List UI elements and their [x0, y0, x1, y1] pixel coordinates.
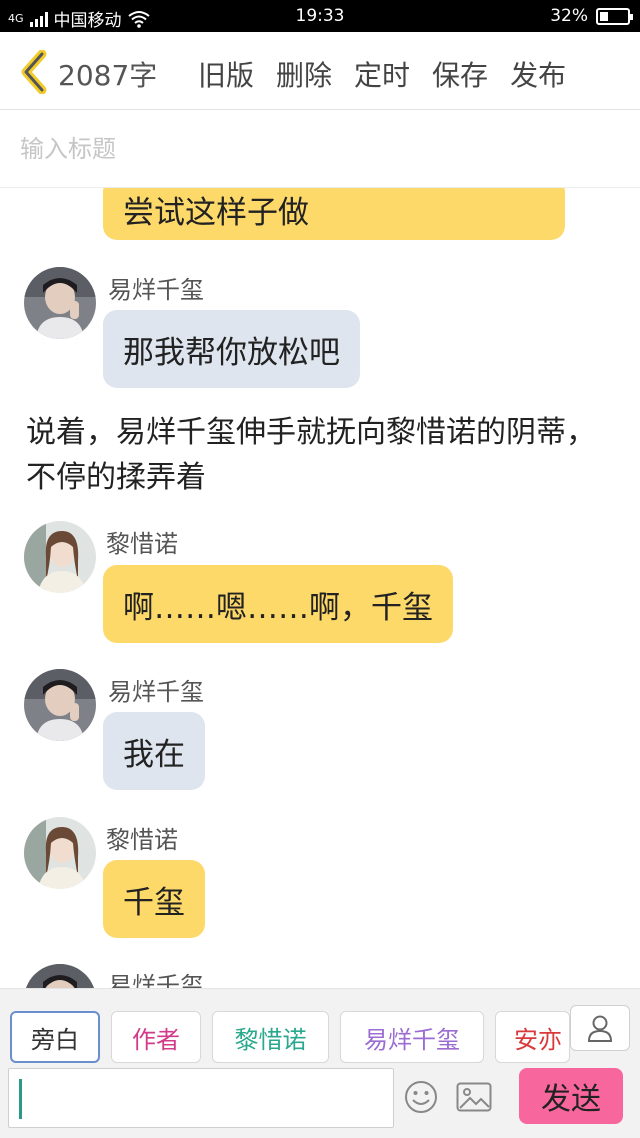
text-caret — [19, 1079, 22, 1119]
title-input[interactable] — [20, 132, 620, 166]
status-bar: 4G 中国移动 19:33 32% — [0, 0, 640, 32]
message-input[interactable] — [8, 1068, 394, 1128]
role-label: 旁白 — [31, 1025, 79, 1054]
role-label: 安亦 — [514, 1025, 562, 1054]
send-label: 发送 — [541, 1082, 601, 1117]
header-actions: 旧版 删除 定时 保存 发布 — [198, 54, 566, 94]
battery-percent: 32% — [550, 6, 588, 26]
role-author[interactable]: 作者 — [111, 1011, 201, 1063]
avatar-lixinuo[interactable] — [24, 817, 96, 889]
editor-header: 2087字 旧版 删除 定时 保存 发布 — [0, 32, 640, 110]
message-input-bar: 发送 — [0, 1068, 640, 1138]
delete-button[interactable]: 删除 — [276, 54, 332, 94]
role-label: 易烊千玺 — [364, 1025, 460, 1054]
chat-bubble-text: 尝试这样子做 — [123, 194, 309, 231]
schedule-button[interactable]: 定时 — [354, 54, 410, 94]
role-selector-bar: 旁白 作者 黎惜诺 易烊千玺 安亦 — [0, 988, 640, 1068]
narration-text[interactable]: 说着，易烊千玺伸手就抚向黎惜诺的阴蒂，不停的揉弄着 — [26, 410, 616, 500]
speaker-name: 易烊千玺 — [108, 972, 204, 988]
role-label: 黎惜诺 — [234, 1025, 307, 1054]
status-right: 32% — [550, 6, 633, 26]
avatar-yiyang[interactable] — [24, 267, 96, 339]
word-count: 2087字 — [58, 59, 158, 92]
chat-bubble-partial[interactable]: 尝试这样子做 — [103, 188, 565, 240]
chat-bubble-text: 我在 — [123, 736, 185, 773]
speaker-name: 黎惜诺 — [106, 530, 178, 558]
avatar-yiyang[interactable] — [24, 964, 96, 988]
role-narrator[interactable]: 旁白 — [10, 1011, 100, 1063]
avatar-yiyang[interactable] — [24, 669, 96, 741]
avatar-lixinuo[interactable] — [24, 521, 96, 593]
chat-bubble-text: 那我帮你放松吧 — [123, 334, 340, 371]
image-icon[interactable] — [456, 1082, 492, 1112]
chat-bubble-text: 啊……嗯……啊，千玺 — [123, 589, 433, 626]
speaker-name: 易烊千玺 — [108, 678, 204, 706]
speaker-name: 易烊千玺 — [108, 276, 204, 304]
send-button[interactable]: 发送 — [519, 1068, 623, 1124]
chat-bubble[interactable]: 啊……嗯……啊，千玺 — [103, 565, 453, 643]
publish-button[interactable]: 发布 — [510, 54, 566, 94]
battery-icon — [596, 7, 633, 25]
status-time: 19:33 — [295, 6, 345, 26]
chat-bubble[interactable]: 千玺 — [103, 860, 205, 938]
chat-bubble-text: 千玺 — [123, 884, 185, 921]
chat-bubble[interactable]: 我在 — [103, 712, 205, 790]
save-button[interactable]: 保存 — [432, 54, 488, 94]
title-row — [0, 110, 640, 188]
chat-bubble[interactable]: 那我帮你放松吧 — [103, 310, 360, 388]
old-version-button[interactable]: 旧版 — [198, 54, 254, 94]
speaker-name: 黎惜诺 — [106, 826, 178, 854]
role-label: 作者 — [132, 1025, 180, 1054]
person-icon[interactable] — [570, 1005, 630, 1051]
chevron-left-icon[interactable] — [16, 50, 52, 94]
chat-area[interactable]: 尝试这样子做 易烊千玺 那我帮你放松吧 说着，易烊千玺伸手就抚向黎惜诺的阴蒂，不… — [0, 188, 640, 988]
battery-level — [600, 11, 608, 21]
emoji-icon[interactable] — [404, 1080, 438, 1114]
role-yiyang[interactable]: 易烊千玺 — [340, 1011, 484, 1063]
role-anyi[interactable]: 安亦 — [495, 1011, 570, 1063]
role-lixinuo[interactable]: 黎惜诺 — [212, 1011, 329, 1063]
